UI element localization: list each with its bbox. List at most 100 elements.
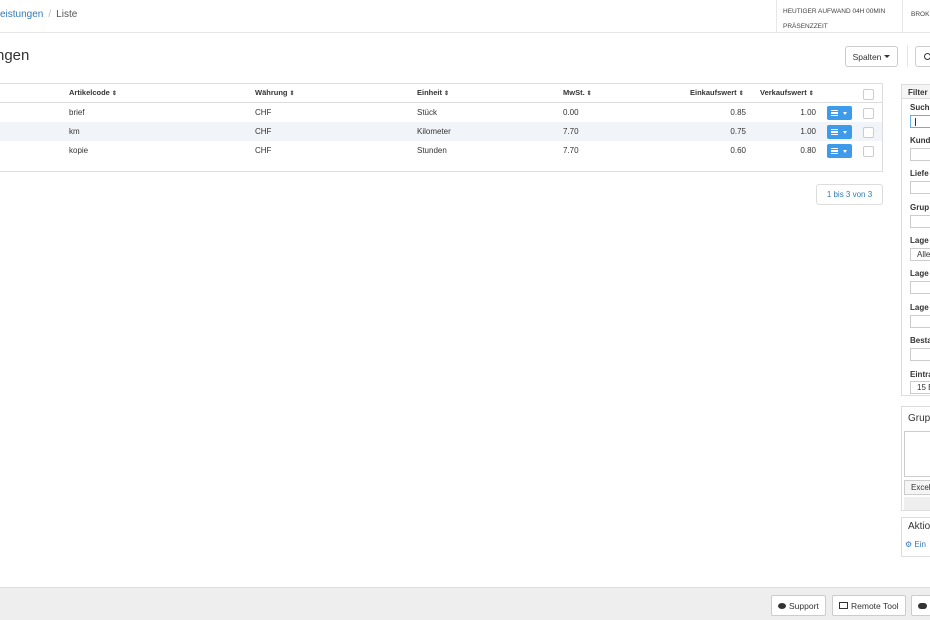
chat-icon <box>778 602 786 609</box>
col-header-mwst[interactable]: MwSt. ⇕ <box>563 88 592 97</box>
col-header-waehrung[interactable]: Währung ⇕ <box>255 88 295 97</box>
sort-icon: ⇕ <box>289 91 295 97</box>
top-bar: eistungen / Liste HEUTIGER AUFWAND 04H 00M… <box>0 0 930 33</box>
columns-button[interactable]: Spalten <box>845 46 898 67</box>
filter-storage-input-3[interactable] <box>910 315 930 328</box>
table-row[interactable]: km CHF Kilometer 7.70 0.75 1.00 <box>0 122 882 141</box>
pagination-info[interactable]: 1 bis 3 von 3 <box>816 184 883 205</box>
sort-icon: ⇕ <box>808 91 814 97</box>
breadcrumb-separator: / <box>48 9 52 20</box>
columns-button-label: Spalten <box>852 51 882 62</box>
top-right-menu[interactable]: BROK <box>904 0 930 33</box>
list-icon <box>831 110 838 116</box>
filter-customer-input[interactable] <box>910 148 930 161</box>
presence-time-text: PRÄSENZZEIT <box>783 23 828 30</box>
remote-tool-button[interactable]: Remote Tool <box>832 595 906 616</box>
search-icon <box>924 53 930 60</box>
cloud-upload-icon <box>918 602 927 609</box>
cell-artikelcode: brief <box>69 108 85 117</box>
filter-label-storage-3: Lage <box>910 303 929 312</box>
filter-supplier-input[interactable] <box>910 181 930 194</box>
todays-effort-text: HEUTIGER AUFWAND 04H 00MIN <box>783 8 886 15</box>
sort-icon: ⇕ <box>444 91 450 97</box>
group-textarea[interactable] <box>904 431 930 477</box>
cell-waehrung: CHF <box>255 108 272 117</box>
page-title: ngen <box>0 47 30 64</box>
search-button[interactable] <box>915 46 930 67</box>
select-all-checkbox[interactable] <box>863 89 874 100</box>
monitor-icon <box>839 602 848 609</box>
col-header-verkaufswert[interactable]: Verkaufswert ⇕ <box>760 88 814 97</box>
table-row[interactable]: brief CHF Stück 0.00 0.85 1.00 <box>0 103 882 122</box>
filter-label-storage-2: Lage <box>910 269 929 278</box>
group-panel-title: Grup <box>908 413 930 424</box>
filter-entries-select[interactable]: 15 E <box>910 381 930 394</box>
filter-panel: Filter Such Kund Liefe Grup Lage Alle La… <box>901 84 930 396</box>
cell-einheit: Stück <box>417 108 438 117</box>
col-header-einheit[interactable]: Einheit ⇕ <box>417 88 449 97</box>
cell-mwst: 0.00 <box>563 108 579 117</box>
actions-link[interactable]: ⚙ Ein <box>905 540 926 549</box>
row-actions-button[interactable] <box>827 125 852 139</box>
caret-down-icon <box>843 131 847 134</box>
cell-einkaufswert: 0.85 <box>730 108 746 117</box>
caret-down-icon <box>843 112 847 115</box>
list-icon <box>831 129 838 135</box>
breadcrumb: eistungen / Liste <box>0 9 77 20</box>
filter-label-supplier: Liefe <box>910 169 929 178</box>
remote-tool-button-label: Remote Tool <box>851 600 899 611</box>
support-button[interactable]: Support <box>771 595 826 616</box>
row-checkbox[interactable] <box>863 146 874 157</box>
cell-einkaufswert: 0.75 <box>730 127 746 136</box>
support-button-label: Support <box>789 600 819 611</box>
time-info-panel: HEUTIGER AUFWAND 04H 00MIN PRÄSENZZEIT <box>776 0 903 33</box>
list-icon <box>831 148 838 154</box>
table-row[interactable]: kopie CHF Stunden 7.70 0.60 0.80 <box>0 141 882 160</box>
text-cursor <box>915 118 916 126</box>
table-header: Artikelcode ⇕ Währung ⇕ Einheit ⇕ MwSt. ⇕ Ei… <box>0 84 882 103</box>
cell-artikelcode: kopie <box>69 146 89 155</box>
filter-label-entries: Eintra <box>910 370 930 379</box>
filter-group-input[interactable] <box>910 215 930 228</box>
cell-einkaufswert: 0.60 <box>730 146 746 155</box>
col-header-artikelcode[interactable]: Artikelcode ⇕ <box>69 88 117 97</box>
breadcrumb-current: Liste <box>56 9 78 20</box>
filter-storage-select[interactable]: Alle <box>910 248 930 261</box>
group-panel: Grup Excel <box>901 406 930 511</box>
filter-label-stock: Besta <box>910 336 930 345</box>
filter-panel-title: Filter <box>902 85 930 99</box>
toolbar-divider <box>907 45 908 67</box>
cell-verkaufswert: 1.00 <box>800 108 816 117</box>
filter-stock-input[interactable] <box>910 348 930 361</box>
sort-icon: ⇕ <box>111 91 117 97</box>
cell-einheit: Stunden <box>417 146 447 155</box>
actions-panel-title: Aktio <box>908 521 930 532</box>
cell-artikelcode: km <box>69 127 80 136</box>
cell-verkaufswert: 0.80 <box>800 146 816 155</box>
filter-label-search: Such <box>910 103 930 112</box>
row-checkbox[interactable] <box>863 108 874 119</box>
upload-button[interactable] <box>911 595 930 616</box>
filter-search-input[interactable] <box>910 115 930 128</box>
sort-icon: ⇕ <box>586 91 592 97</box>
row-actions-button[interactable] <box>827 106 852 120</box>
row-checkbox[interactable] <box>863 127 874 138</box>
services-table: Artikelcode ⇕ Währung ⇕ Einheit ⇕ MwSt. ⇕ Ei… <box>0 83 883 172</box>
filter-label-group: Grup <box>910 203 930 212</box>
caret-down-icon <box>884 55 891 58</box>
cell-mwst: 7.70 <box>563 127 579 136</box>
caret-down-icon <box>843 150 847 153</box>
filter-storage-input-2[interactable] <box>910 281 930 294</box>
cell-einheit: Kilometer <box>417 127 451 136</box>
group-panel-footer <box>904 497 930 510</box>
actions-panel: Aktio ⚙ Ein <box>901 517 930 557</box>
breadcrumb-parent-link[interactable]: eistungen <box>0 9 43 20</box>
cogs-icon: ⚙ <box>905 540 913 549</box>
sort-icon: ⇕ <box>738 91 744 97</box>
excel-button[interactable]: Excel <box>904 480 930 495</box>
col-header-einkaufswert[interactable]: Einkaufswert ⇕ <box>690 88 744 97</box>
row-actions-button[interactable] <box>827 144 852 158</box>
cell-mwst: 7.70 <box>563 146 579 155</box>
footer-bar: Support Remote Tool <box>0 587 930 620</box>
cell-waehrung: CHF <box>255 127 272 136</box>
